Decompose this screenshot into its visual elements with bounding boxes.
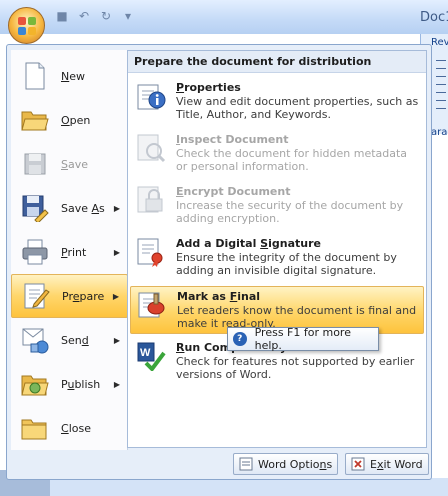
new-document-icon — [19, 60, 51, 92]
save-disk-icon — [19, 148, 51, 180]
options-icon — [239, 457, 253, 471]
save-icon[interactable]: ■ — [52, 7, 72, 25]
encrypt-lock-icon — [134, 185, 168, 219]
menu-item-send[interactable]: Send ▶ — [11, 318, 128, 362]
save-as-icon — [19, 192, 51, 224]
office-button[interactable] — [8, 7, 45, 44]
prepare-icon — [20, 280, 52, 312]
menu-item-open[interactable]: Open — [11, 98, 128, 142]
menu-item-publish[interactable]: Publish ▶ — [11, 362, 128, 406]
submenu-arrow-icon: ▶ — [113, 335, 120, 345]
digital-signature-icon — [134, 237, 168, 271]
submenu-arrow-icon: ▶ — [112, 291, 119, 301]
submenu-heading: Prepare the document for distribution — [128, 51, 426, 73]
menu-item-save-as[interactable]: Save As ▶ — [11, 186, 128, 230]
word-options-button[interactable]: Word Options — [233, 453, 339, 475]
help-icon: ? — [233, 332, 247, 346]
submenu-item-inspect-document[interactable]: Inspect Document Check the document for … — [130, 130, 424, 176]
paragraph-lines-icon — [436, 60, 446, 116]
menu-item-new[interactable]: New — [11, 54, 128, 98]
undo-icon[interactable]: ↶ — [74, 7, 94, 25]
submenu-item-properties[interactable]: Properties View and edit document proper… — [130, 78, 424, 124]
office-logo-icon — [17, 16, 36, 35]
publish-icon — [19, 368, 51, 400]
quick-access-toolbar: ■ ↶ ↻ ▾ — [52, 7, 138, 25]
submenu-arrow-icon: ▶ — [113, 203, 120, 213]
prepare-submenu: Prepare the document for distribution Pr… — [127, 50, 427, 448]
compatibility-checker-icon: W — [134, 341, 168, 375]
submenu-item-encrypt-document[interactable]: Encrypt Document Increase the security o… — [130, 182, 424, 228]
submenu-item-add-digital-signature[interactable]: Add a Digital Signature Ensure the integ… — [130, 234, 424, 280]
ribbon-tab-review[interactable]: Rev — [431, 37, 448, 48]
properties-icon — [134, 81, 168, 115]
inspect-icon — [134, 133, 168, 167]
printer-icon — [19, 236, 51, 268]
redo-icon[interactable]: ↻ — [96, 7, 116, 25]
paragraph-group-label: arag — [431, 127, 448, 138]
office-menu: New Open Save Save As ▶ Print ▶ Prepare … — [6, 44, 432, 480]
close-folder-icon — [19, 412, 51, 444]
menu-commands: New Open Save Save As ▶ Print ▶ Prepare … — [11, 50, 128, 450]
send-icon — [19, 324, 51, 356]
menu-item-save[interactable]: Save — [11, 142, 128, 186]
exit-word-button[interactable]: Exit Word — [345, 453, 429, 475]
customize-icon[interactable]: ▾ — [118, 7, 138, 25]
help-tooltip: ? Press F1 for more help. — [227, 326, 379, 352]
menu-item-close[interactable]: Close — [11, 406, 128, 450]
status-strip — [0, 478, 448, 496]
svg-text:W: W — [140, 347, 151, 359]
menu-item-prepare[interactable]: Prepare ▶ — [11, 274, 128, 318]
tooltip-text: Press F1 for more help. — [254, 326, 351, 352]
submenu-arrow-icon: ▶ — [113, 379, 120, 389]
menu-item-print[interactable]: Print ▶ — [11, 230, 128, 274]
mark-final-icon — [135, 290, 169, 324]
close-x-icon — [351, 457, 365, 471]
window-title: Doc1 — [420, 10, 448, 25]
open-folder-icon — [19, 104, 51, 136]
submenu-arrow-icon: ▶ — [113, 247, 120, 257]
